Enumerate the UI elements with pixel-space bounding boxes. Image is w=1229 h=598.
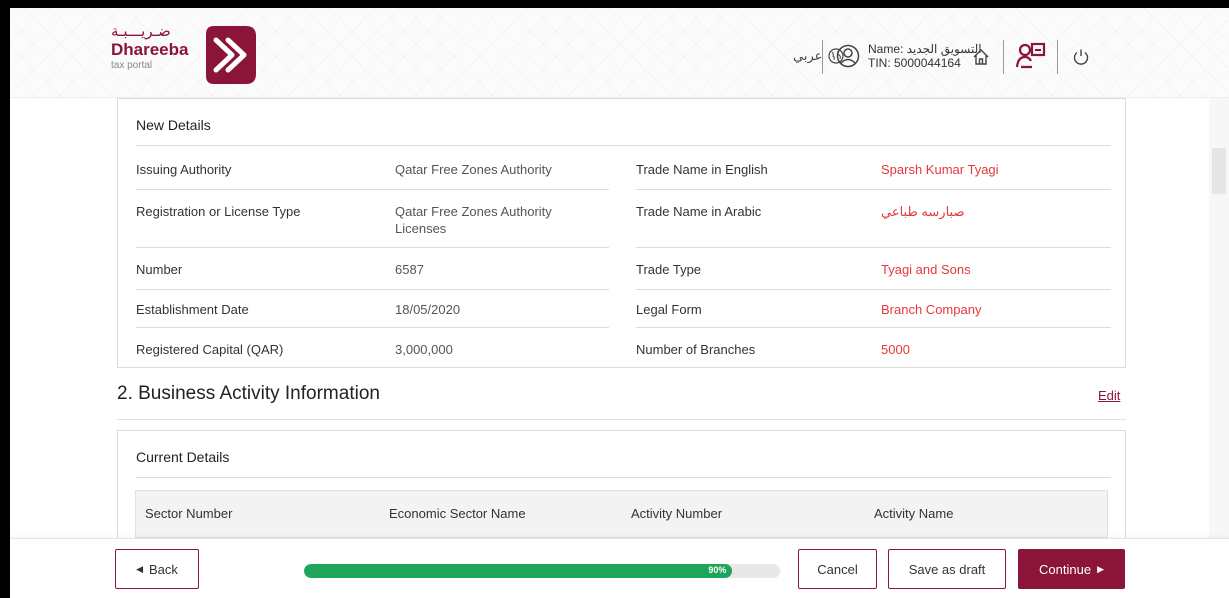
divider [136, 477, 1111, 478]
user-name: Name: التسويق الجديد [868, 42, 982, 56]
continue-button[interactable]: Continue ▶ [1018, 549, 1125, 589]
save-draft-button[interactable]: Save as draft [888, 549, 1006, 589]
field-value: Qatar Free Zones Authority Licenses [395, 204, 552, 236]
divider [636, 289, 1111, 290]
user-profile[interactable]: Name: التسويق الجديد TIN: 5000044164 [836, 42, 982, 70]
column-header: Activity Name [874, 506, 954, 521]
field-label: Trade Type [636, 262, 702, 277]
changed-value: Sparsh Kumar Tyagi [881, 162, 999, 177]
changed-value: Branch Company [881, 302, 982, 317]
dhareeba-mark-icon [206, 26, 256, 84]
divider [136, 247, 609, 248]
progress-fill: 90% [304, 564, 733, 578]
user-switch-button[interactable] [1014, 40, 1048, 70]
field-label: Registered Capital (QAR) [136, 342, 284, 357]
dhareeba-logo[interactable]: ضـريـــبـة Dhareeba tax portal [110, 22, 280, 92]
user-tin: TIN: 5000044164 [868, 56, 961, 70]
caret-right-icon: ▶ [1097, 563, 1104, 574]
logout-button[interactable] [1070, 46, 1092, 68]
logo-english-text: Dhareeba [111, 40, 189, 59]
divider [136, 327, 609, 328]
home-button[interactable] [970, 46, 992, 68]
divider [636, 247, 1111, 248]
field-label: Trade Name in Arabic [636, 204, 762, 219]
cancel-label: Cancel [817, 561, 858, 577]
field-value: 6587 [395, 262, 424, 277]
continue-label: Continue [1039, 561, 1092, 577]
field-label: Registration or License Type [136, 204, 301, 219]
header-divider [822, 40, 823, 74]
field-label: Legal Form [636, 302, 702, 317]
progress-bar: 90% [304, 564, 780, 578]
divider [136, 289, 609, 290]
column-header: Activity Number [631, 506, 723, 521]
changed-value: صبارسه طباعي [881, 204, 965, 219]
back-button[interactable]: ◀ Back [115, 549, 199, 589]
divider [136, 189, 609, 190]
field-label: Trade Name in English [636, 162, 768, 177]
field-value: 18/05/2020 [395, 302, 461, 317]
current-details-title: Current Details [136, 449, 230, 465]
save-draft-label: Save as draft [908, 561, 986, 577]
logo-arabic-text: ضـريـــبـة [111, 22, 171, 40]
new-details-card: New Details Issuing Authority Qatar Free… [117, 98, 1126, 368]
caret-left-icon: ◀ [136, 563, 143, 574]
field-value: Qatar Free Zones Authority [395, 162, 552, 177]
back-label: Back [149, 561, 178, 577]
app-screen: ضـريـــبـة Dhareeba tax portal عربي Name… [10, 8, 1229, 598]
field-label: Issuing Authority [136, 162, 232, 177]
changed-value: 5000 [881, 342, 910, 357]
cancel-button[interactable]: Cancel [798, 549, 877, 589]
field-value: 3,000,000 [395, 342, 453, 357]
scrollbar-thumb[interactable] [1212, 148, 1226, 194]
progress-label: 90% [708, 565, 727, 575]
header-divider [1057, 40, 1058, 74]
activity-table-header: Sector Number Economic Sector Name Activ… [135, 490, 1108, 538]
top-header: ضـريـــبـة Dhareeba tax portal عربي Name… [10, 8, 1229, 98]
divider [136, 145, 1111, 146]
page-scrollbar[interactable] [1209, 98, 1229, 538]
user-switch-icon [1015, 42, 1046, 69]
home-icon [973, 49, 989, 65]
changed-value: Tyagi and Sons [881, 262, 971, 277]
column-header: Sector Number [145, 506, 233, 521]
user-icon [836, 44, 860, 68]
field-label: Number [136, 262, 183, 277]
language-label: عربي [793, 48, 823, 64]
new-details-title: New Details [136, 117, 211, 133]
field-label: Number of Branches [636, 342, 756, 357]
user-info: Name: التسويق الجديد TIN: 5000044164 [868, 42, 982, 70]
header-divider [1003, 40, 1004, 74]
divider [636, 327, 1111, 328]
divider [636, 189, 1111, 190]
power-icon [1073, 49, 1089, 65]
column-header: Economic Sector Name [389, 506, 526, 521]
field-label: Establishment Date [136, 302, 249, 317]
footer-bar: ◀ Back 90% Cancel Save as draft Continue… [10, 538, 1229, 598]
section-title: 2. Business Activity Information [117, 383, 380, 404]
logo-subtitle: tax portal [111, 60, 153, 71]
edit-link[interactable]: Edit [1098, 388, 1120, 403]
section-divider [117, 419, 1126, 420]
